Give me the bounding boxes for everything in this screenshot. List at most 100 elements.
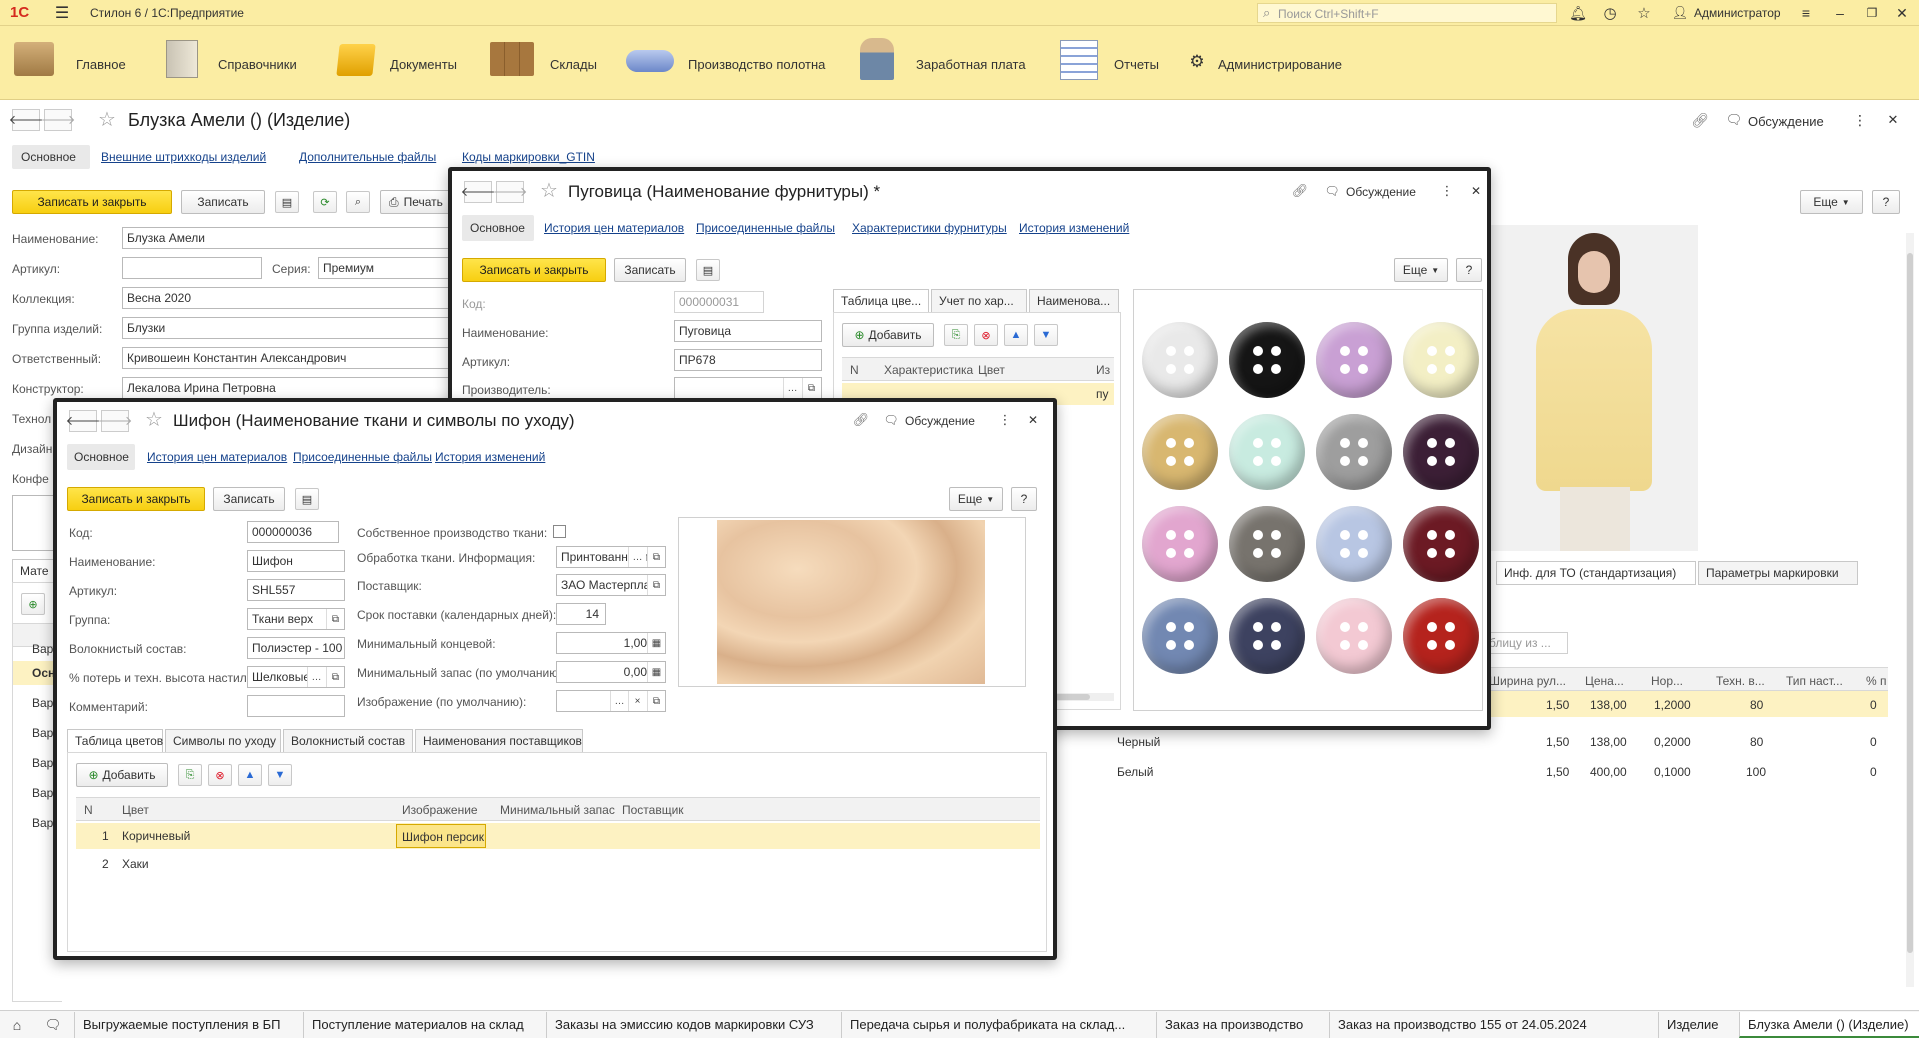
image-open-icon[interactable]: ⧉ xyxy=(647,691,665,711)
taskbar-item-active[interactable]: Блузка Амели () (Изделие) xyxy=(1739,1012,1919,1038)
chat-icon[interactable]: 🗨︎ xyxy=(44,1016,62,1034)
discussion-icon[interactable]: 🗨︎ xyxy=(1724,110,1744,130)
menu-icon[interactable]: ☰ xyxy=(52,3,72,23)
inner-tab-accounting[interactable]: Учет по хар... xyxy=(931,289,1027,313)
close-app-icon[interactable]: ✕ xyxy=(1892,3,1912,23)
move-down-icon[interactable]: ▼ xyxy=(1034,324,1058,346)
copy-icon[interactable]: ⎘ xyxy=(944,324,968,346)
main-tab-basic[interactable]: Основное xyxy=(12,145,90,169)
table-row-selected[interactable]: 1 Коричневый Шифон персик xyxy=(76,823,1040,849)
taskbar-item[interactable]: Заказ на производство 155 от 24.05.2024 xyxy=(1329,1012,1657,1038)
article-field[interactable] xyxy=(122,257,262,279)
document-icon[interactable]: ▤ xyxy=(275,191,299,213)
to-info-tab[interactable]: Инф. для ТО (стандартизация) xyxy=(1496,561,1696,585)
back-button[interactable]: 🡐 xyxy=(66,410,100,432)
table-search-field[interactable]: блицу из ... xyxy=(1484,632,1568,654)
add-button[interactable]: ⊕ Добавить xyxy=(76,763,168,787)
discussion-link[interactable]: Обсуждение xyxy=(1748,114,1824,129)
constructor-field[interactable]: Лекалова Ирина Петровна xyxy=(122,377,462,399)
bell-icon[interactable]: 🔔︎ xyxy=(1568,3,1588,23)
minimize-icon[interactable]: – xyxy=(1830,3,1850,23)
save-button[interactable]: Записать xyxy=(213,487,285,511)
fabric-tab-fiber[interactable]: Волокнистый состав xyxy=(283,729,413,753)
back-button[interactable]: 🡐 xyxy=(9,109,43,131)
tab-attached-files[interactable]: Присоединенные файлы xyxy=(293,450,432,464)
favorite-star-icon[interactable]: ☆ xyxy=(96,108,118,131)
processing-open-icon[interactable]: ⧉ xyxy=(647,547,665,567)
save-close-button[interactable]: Записать и закрыть xyxy=(12,190,172,214)
app-logo[interactable]: 1С xyxy=(10,4,29,21)
document-icon[interactable]: ▤ xyxy=(295,488,319,510)
code-field[interactable]: 000000036 xyxy=(247,521,339,543)
min-end-calc-icon[interactable]: ▦ xyxy=(647,633,665,653)
variant-row[interactable]: Вар xyxy=(32,642,53,656)
maker-select-icon[interactable]: … xyxy=(783,378,801,398)
materials-tab[interactable]: Мате xyxy=(12,559,58,583)
delete-icon[interactable]: ⊗ xyxy=(208,764,232,786)
comment-field[interactable] xyxy=(247,695,345,717)
own-production-checkbox[interactable] xyxy=(553,525,566,538)
favorite-star-icon[interactable]: ☆ xyxy=(143,408,165,431)
star-icon[interactable]: ☆ xyxy=(1634,3,1654,23)
tab-basic[interactable]: Основное xyxy=(462,215,534,241)
move-up-icon[interactable]: ▲ xyxy=(1004,324,1028,346)
close-icon[interactable]: ✕ xyxy=(1025,410,1041,430)
min-stock-calc-icon[interactable]: ▦ xyxy=(647,662,665,682)
more-button[interactable]: Еще ▼ xyxy=(949,487,1003,511)
fabric-tab-colors[interactable]: Таблица цветов xyxy=(67,729,163,753)
responsible-field[interactable]: Кривошеин Константин Александрович xyxy=(122,347,462,369)
delete-icon[interactable]: ⊗ xyxy=(974,324,998,346)
series-field[interactable]: Премиум xyxy=(318,257,462,279)
article-field[interactable]: SHL557 xyxy=(247,579,345,601)
link-icon[interactable]: 🔗︎ xyxy=(851,410,871,430)
section-reports[interactable]: Отчеты xyxy=(1056,26,1166,100)
taskbar-item[interactable]: Изделие xyxy=(1658,1012,1738,1038)
tab-attached-files[interactable]: Присоединенные файлы xyxy=(696,221,835,235)
variant-row[interactable]: Вар xyxy=(32,786,53,800)
maker-open-icon[interactable]: ⧉ xyxy=(802,378,820,398)
more-button[interactable]: Еще ▼ xyxy=(1394,258,1448,282)
close-icon[interactable]: ✕ xyxy=(1468,181,1484,201)
save-close-button[interactable]: Записать и закрыть xyxy=(462,258,606,282)
taskbar-item[interactable]: Выгружаемые поступления в БП xyxy=(74,1012,302,1038)
supplier-open-icon[interactable]: ⧉ xyxy=(647,575,665,595)
code-field[interactable]: 000000031 xyxy=(674,291,764,313)
move-up-icon[interactable]: ▲ xyxy=(238,764,262,786)
scrollbar-thumb[interactable] xyxy=(1907,253,1913,953)
variant-row[interactable]: Вар xyxy=(32,696,53,710)
link-icon[interactable]: 🔗︎ xyxy=(1290,181,1310,201)
fabric-tab-care-symbols[interactable]: Символы по уходу xyxy=(165,729,281,753)
taskbar-item[interactable]: Поступление материалов на склад xyxy=(303,1012,545,1038)
more-vert-icon[interactable]: ⋮ xyxy=(1852,110,1868,130)
main-tab-barcodes[interactable]: Внешние штрихкоды изделий xyxy=(101,150,266,164)
document-icon[interactable]: ▤ xyxy=(696,259,720,281)
forward-button[interactable]: 🡒 xyxy=(41,109,75,131)
tab-characteristics[interactable]: Характеристики фурнитуры xyxy=(852,221,1007,235)
row-color[interactable]: Черный xyxy=(1117,735,1160,749)
tab-basic[interactable]: Основное xyxy=(67,444,135,470)
section-admin[interactable]: ⚙ Администрирование xyxy=(1186,26,1366,100)
discussion-icon[interactable]: 🗨︎ xyxy=(1322,181,1342,201)
favorite-star-icon[interactable]: ☆ xyxy=(538,179,560,202)
loss-open-icon[interactable]: ⧉ xyxy=(326,667,344,687)
taskbar-item[interactable]: Передача сырья и полуфабриката на склад.… xyxy=(841,1012,1155,1038)
inner-tab-colors[interactable]: Таблица цве... xyxy=(833,289,929,313)
discussion-icon[interactable]: 🗨︎ xyxy=(881,410,901,430)
more-vert-icon[interactable]: ⋮ xyxy=(998,410,1012,430)
copy-icon[interactable]: ⎘ xyxy=(178,764,202,786)
add-button[interactable]: ⊕ Добавить xyxy=(842,323,934,347)
section-cloth-production[interactable]: Производство полотна xyxy=(626,26,826,100)
taskbar-item[interactable]: Заказы на эмиссию кодов маркировки СУЗ xyxy=(546,1012,840,1038)
link-icon[interactable]: 🔗︎ xyxy=(1690,110,1710,130)
main-tab-marking-codes[interactable]: Коды маркировки_GTIN xyxy=(462,150,595,164)
table-row[interactable]: 2 Хаки xyxy=(76,851,1040,877)
row-color[interactable]: Белый xyxy=(1117,765,1153,779)
section-main[interactable]: Главное xyxy=(10,26,130,100)
section-documents[interactable]: Документы xyxy=(334,26,464,100)
variant-row[interactable]: Вар xyxy=(32,726,53,740)
move-down-icon[interactable]: ▼ xyxy=(268,764,292,786)
help-button[interactable]: ? xyxy=(1456,258,1482,282)
user-icon[interactable]: 👤︎ xyxy=(1670,3,1690,23)
help-button[interactable]: ? xyxy=(1011,487,1037,511)
variant-row[interactable]: Вар xyxy=(32,816,53,830)
